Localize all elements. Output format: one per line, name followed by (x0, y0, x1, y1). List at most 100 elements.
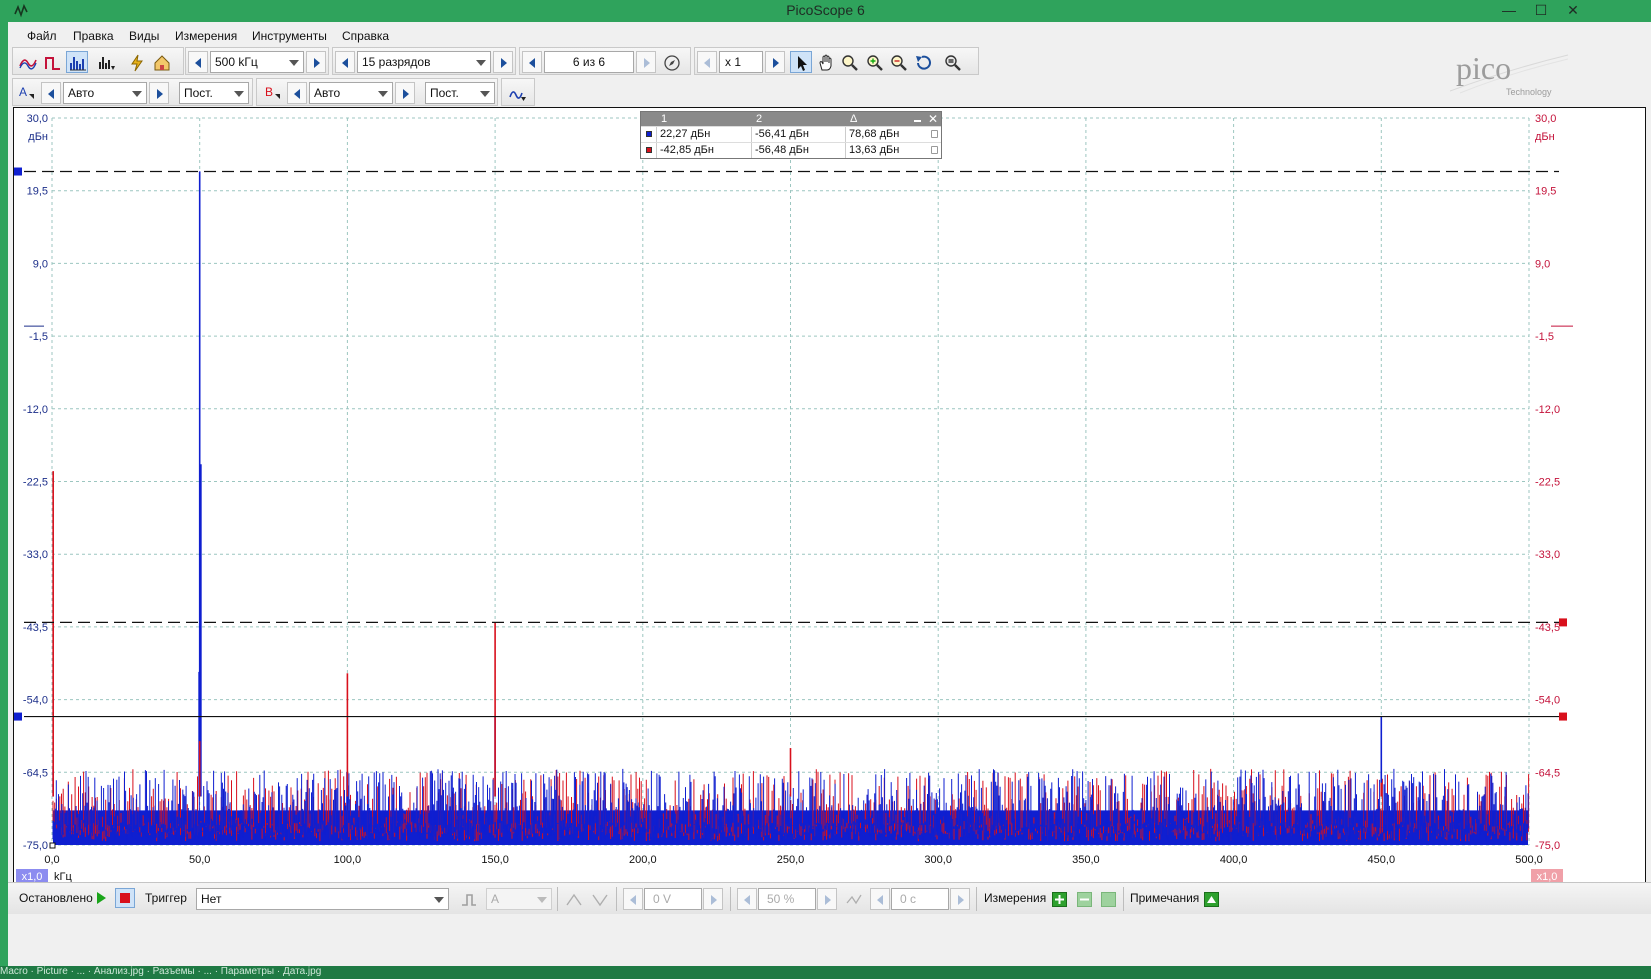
y-tick-label-left: -43,5 (23, 622, 48, 634)
menu-views[interactable]: Виды (129, 29, 159, 43)
zoom-level-field[interactable]: x 1 (719, 51, 763, 73)
run-button[interactable] (97, 892, 106, 904)
trigger-source-select[interactable]: A (486, 888, 552, 910)
buffer-next-button[interactable] (636, 51, 656, 73)
y-tick-label-right: -64,5 (1535, 767, 1560, 779)
persistence-mode-button[interactable] (41, 51, 63, 73)
measurements-table[interactable]: 1 2 Δ ✕ 22,27 дБн -56,41 дБн 78,68 дБн -… (640, 111, 942, 159)
resolution-increase-button[interactable] (493, 51, 513, 73)
scope-mode-button[interactable] (16, 51, 38, 73)
y-tick-label-left: -33,0 (23, 549, 48, 561)
y-tick-label-left: -12,0 (23, 404, 48, 416)
menu-help[interactable]: Справка (342, 29, 389, 43)
chevron-down-icon (434, 897, 444, 903)
divider (1123, 887, 1124, 911)
range-a-select[interactable]: Авто (63, 82, 147, 104)
buffer-index-field[interactable]: 6 из 6 (544, 51, 634, 73)
buffer-navigator-button[interactable] (660, 51, 682, 73)
close-button[interactable]: ✕ (1557, 0, 1589, 22)
coupling-b-select[interactable]: Пост. (425, 82, 495, 104)
range-a-decrease-button[interactable] (41, 82, 61, 104)
spectrum-chart-svg[interactable]: 0,0 50,0 100,0 150,0 200,0 250,0 300,0 350,0 400… (14, 108, 1645, 901)
add-measurement-button[interactable] (1052, 892, 1067, 907)
timebase-increase-button[interactable] (306, 51, 326, 73)
ruler-2-value-b: -56,48 дБн (755, 144, 809, 156)
select-tool-button[interactable] (790, 51, 812, 73)
range-a-increase-button[interactable] (149, 82, 169, 104)
delay-increase-button[interactable] (950, 888, 970, 910)
delay-field[interactable]: 0 c (891, 888, 949, 910)
timebase-select[interactable]: 500 kГц (210, 51, 304, 73)
undo-zoom-button[interactable] (911, 51, 933, 73)
zoom-increase-button[interactable] (765, 51, 785, 73)
channel-b-toolbar: B Авто Пост. (256, 78, 498, 106)
main-window: Файл Правка Виды Измерения Инструменты С… (8, 22, 1651, 966)
math-channels-button[interactable] (506, 82, 528, 104)
range-b-select[interactable]: Авто (309, 82, 393, 104)
close-table-icon[interactable]: ✕ (928, 112, 938, 126)
y-tick-label-right: -75,0 (1535, 840, 1560, 852)
remove-measurement-button[interactable] (1077, 892, 1092, 907)
pretrigger-field[interactable]: 50 % (758, 888, 816, 910)
edit-measurement-button[interactable] (1101, 892, 1116, 907)
default-setup-button[interactable] (150, 51, 172, 73)
pretrigger-decrease-button[interactable] (737, 888, 757, 910)
zoom-decrease-button[interactable] (697, 51, 717, 73)
origin-marker-icon (49, 842, 56, 849)
y-tick-label-right: -1,5 (1535, 331, 1554, 343)
chevron-down-icon (480, 91, 490, 97)
rising-edge-button[interactable] (562, 888, 584, 910)
falling-edge-button[interactable] (588, 888, 610, 910)
level-decrease-button[interactable] (623, 888, 643, 910)
title-bar: PicoScope 6 — ☐ ✕ (0, 0, 1651, 22)
measurement-row-a: 22,27 дБн -56,41 дБн 78,68 дБн (641, 126, 941, 142)
buffer-previous-button[interactable] (522, 51, 542, 73)
minimize-button[interactable]: — (1493, 0, 1525, 22)
minimize-table-icon[interactable] (914, 120, 921, 122)
stop-icon (120, 893, 130, 903)
range-b-decrease-button[interactable] (287, 82, 307, 104)
advanced-trigger-button[interactable] (457, 888, 479, 910)
channel-b-label[interactable]: B (265, 85, 273, 99)
menu-file[interactable]: Файл (27, 29, 57, 43)
trigger-mode-select[interactable]: Нет (196, 888, 449, 910)
zoom-overview-button[interactable] (941, 51, 963, 73)
trigger-label: Триггер (145, 891, 187, 905)
coupling-a-select[interactable]: Пост. (179, 82, 249, 104)
channel-a-label[interactable]: A (19, 85, 27, 99)
spectrum-plot[interactable]: 0,0 50,0 100,0 150,0 200,0 250,0 300,0 350,0 400… (13, 107, 1646, 902)
zoom-out-button[interactable] (887, 51, 909, 73)
timebase-decrease-button[interactable] (188, 51, 208, 73)
level-increase-button[interactable] (703, 888, 723, 910)
zoom-rect-button[interactable] (838, 51, 860, 73)
pretrigger-increase-button[interactable] (817, 888, 837, 910)
x-tick-label: 450,0 (1368, 854, 1396, 866)
lock-icon[interactable] (931, 146, 938, 154)
resolution-select[interactable]: 15 разрядов (357, 51, 491, 73)
pico-logo: pico Technology (1449, 49, 1570, 99)
notes-toggle-button[interactable] (1204, 892, 1219, 907)
y-tick-label-left: -54,0 (23, 695, 48, 707)
zoom-in-button[interactable] (863, 51, 885, 73)
resolution-value: 15 разрядов (362, 55, 431, 69)
view-toolbar (12, 47, 184, 75)
hand-tool-button[interactable] (814, 51, 836, 73)
spectrum-mode-button[interactable] (66, 51, 88, 73)
zoom-toolbar: x 1 (694, 47, 979, 75)
menu-edit[interactable]: Правка (73, 29, 114, 43)
stop-button[interactable] (115, 888, 135, 908)
maximize-button[interactable]: ☐ (1525, 0, 1557, 22)
range-b-increase-button[interactable] (395, 82, 415, 104)
delay-decrease-button[interactable] (870, 888, 890, 910)
auto-setup-button[interactable] (125, 51, 147, 73)
menu-measurements[interactable]: Измерения (175, 29, 237, 43)
channels-button[interactable] (95, 51, 117, 73)
timebase-toolbar: 500 kГц (185, 47, 329, 75)
x-tick-label: 200,0 (629, 854, 657, 866)
menu-tools[interactable]: Инструменты (252, 29, 327, 43)
trigger-level-field[interactable]: 0 V (644, 888, 702, 910)
chevron-down-icon (537, 897, 547, 903)
resolution-decrease-button[interactable] (335, 51, 355, 73)
lock-icon[interactable] (931, 130, 938, 138)
trigger-mode-value: Нет (201, 892, 222, 906)
